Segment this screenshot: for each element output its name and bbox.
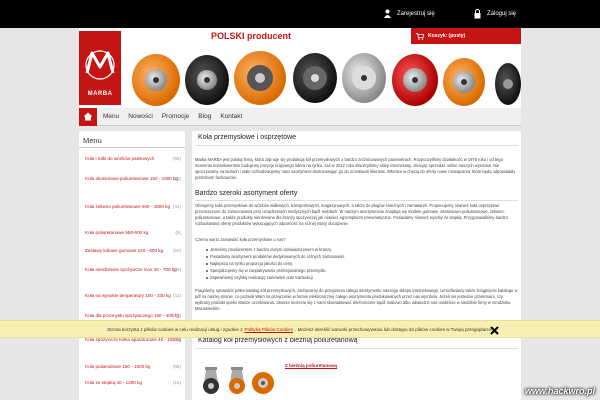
watermark: www.hackwro.pl xyxy=(524,386,595,396)
register-label: Zarejestruj się xyxy=(397,11,435,17)
logo-text: MARBA xyxy=(87,91,113,97)
wheel-image xyxy=(392,54,438,106)
marba-logo-icon xyxy=(85,50,115,80)
sidebar-item-count: (90) xyxy=(172,248,181,253)
sidebar-item[interactable]: Koła żeliwno poliuretanowe 600 - 1500 kg… xyxy=(85,202,181,211)
login-label: Zaloguj się xyxy=(487,11,517,17)
cart-label: Koszyk: (pusty) xyxy=(428,33,466,39)
nav-item-blog[interactable]: Blog xyxy=(198,113,211,120)
list-item: Zapewniamy szybką realizację zamówień or… xyxy=(206,274,345,281)
slogan: POLSKI producent xyxy=(211,31,292,41)
sidebar-item[interactable]: Koła na wysokie temperatury 100 - 330 kg… xyxy=(85,291,181,300)
logo[interactable]: MARBA xyxy=(79,31,121,105)
wheel-image xyxy=(185,55,229,105)
home-button[interactable] xyxy=(79,107,97,126)
sidebar-item-count: (11) xyxy=(173,293,181,298)
sidebar-item[interactable]: Koła nierdzewne spożywcze inox 40 - 700 … xyxy=(85,265,181,274)
sidebar-item[interactable]: Koła i rolki do wózków paletowych (55) xyxy=(85,154,181,163)
header: MARBA POLSKI producent Koszyk: (pusty) xyxy=(79,28,521,108)
sidebar-item-count: (35) xyxy=(172,176,181,181)
cookie-text: Strona korzysta z plików cookies w celu … xyxy=(107,326,243,332)
nav-item-menu[interactable]: Menu xyxy=(103,113,119,120)
closing-paragraph: Pragniemy sprawdzić pełen katalog kół pr… xyxy=(195,288,518,311)
nav-item-promocje[interactable]: Promocje xyxy=(162,113,189,120)
wheel-image xyxy=(443,58,485,106)
cookie-text-end: . Możesz określić warunki przechowywania… xyxy=(295,326,493,332)
sidebar-item-count: (85) xyxy=(172,364,181,369)
wheel-image xyxy=(293,53,337,103)
wheels-banner-image xyxy=(132,51,521,106)
list-item: Jesteśmy producentem z bardzo dużym dośw… xyxy=(206,246,345,253)
sidebar-item[interactable]: Koła poliamidowe 150 - 1000 kg (85) xyxy=(85,362,181,371)
cookie-policy-link[interactable]: Polityką Plików Cookies xyxy=(245,327,294,332)
sidebar-item-label: Koła poliuretanowe 550-600 kg xyxy=(85,230,149,235)
divider xyxy=(195,200,518,201)
sidebar-item-count: (55) xyxy=(172,156,181,161)
sidebar-item-label: Koła na wysokie temperatury 100 - 330 kg xyxy=(85,293,171,298)
sidebar-title: Menu xyxy=(79,131,185,148)
list-item: Najlepsza na rynku proporcja jakości do … xyxy=(206,260,345,267)
lock-icon xyxy=(474,9,481,19)
top-bar: Zarejestruj się Zaloguj się xyxy=(0,0,600,28)
main-content: Koła przemysłowe i osprzętowe Marka MARB… xyxy=(192,131,521,400)
sidebar: Menu Koła i rolki do wózków paletowych (5… xyxy=(79,131,185,400)
intro-paragraph: Marka MARBA jest polską firmą, która zaj… xyxy=(195,157,516,180)
page-title: Koła przemysłowe i osprzętowe xyxy=(198,134,297,141)
sidebar-item-label: Koła żeliwno poliuretanowe 600 - 1500 kg xyxy=(85,204,171,209)
sidebar-item-label: Zestawy kołowe gumowe 120 - 600 kg xyxy=(85,248,164,253)
why-label: Czemu warto zamawiać koła przemysłowe u … xyxy=(195,237,286,242)
register-link[interactable]: Zarejestruj się xyxy=(384,7,435,21)
list-item: Posiadamy asortyment produktów dedykowan… xyxy=(206,253,345,260)
user-add-icon xyxy=(384,9,391,18)
sidebar-item-count: (8) xyxy=(175,230,181,235)
nav-item-kontakt[interactable]: Kontakt xyxy=(220,113,242,120)
sidebar-item-label: Koła nierdzewne spożywcze inox 40 - 700 … xyxy=(85,267,177,272)
catalog-product-images xyxy=(203,367,274,394)
divider xyxy=(195,145,518,146)
section-heading: Bardzo szeroki asortyment oferty xyxy=(195,190,298,197)
caster-image xyxy=(203,367,219,394)
wheel-image xyxy=(234,51,286,105)
benefits-list: Jesteśmy producentem z bardzo dużym dośw… xyxy=(206,246,345,281)
sidebar-item-count: (70) xyxy=(172,313,181,318)
sidebar-item[interactable]: Zestawy kołowe gumowe 120 - 600 kg (90) xyxy=(85,246,181,255)
catalog-heading: Katalog kół przemysłowych z bieżnią poli… xyxy=(198,337,358,344)
sidebar-item[interactable]: Koła dla przemysłu spożywczego 150 - 400… xyxy=(85,311,181,320)
list-item: Specjalizujemy się w zaopatrywaniu profe… xyxy=(206,267,345,274)
wheel-image xyxy=(252,372,274,394)
sidebar-item[interactable]: Koła poliuretanowe 550-600 kg (8) xyxy=(85,228,181,237)
sidebar-item[interactable]: Koła aluminiowo-poliuretanowe 150 - 1000… xyxy=(85,174,181,183)
catalog-link[interactable]: Z bieżnią poliuretanową xyxy=(285,363,337,368)
close-icon[interactable] xyxy=(490,326,499,335)
caster-image xyxy=(229,367,245,394)
sidebar-item-label: Koła dla przemysłu spożywczego 150 - 400… xyxy=(85,313,180,318)
login-link[interactable]: Zaloguj się xyxy=(474,7,516,21)
sidebar-item-label: Koła ze stopką 40 - 1200 kg xyxy=(85,380,142,385)
cart-icon xyxy=(416,32,424,40)
wheel-image xyxy=(132,54,180,106)
home-icon xyxy=(83,112,93,121)
sidebar-item-count: (16) xyxy=(172,380,181,385)
sidebar-item-count: (75) xyxy=(172,267,181,272)
sidebar-item-label: Koła aluminiowo-poliuretanowe 150 - 1000… xyxy=(85,176,178,181)
cookie-banner: Strona korzysta z plików cookies w celu … xyxy=(0,320,600,338)
wheel-image xyxy=(342,53,386,103)
sidebar-item-count: (42) xyxy=(172,204,181,209)
main-nav: Menu Nowości Promocje Blog Kontakt xyxy=(79,107,521,126)
offer-paragraph: Oferujemy koła przemysłowe do wózków wid… xyxy=(195,203,509,226)
divider xyxy=(195,348,518,349)
wheel-image xyxy=(495,63,521,105)
nav-item-nowosci[interactable]: Nowości xyxy=(128,113,153,120)
sidebar-item-label: Koła i rolki do wózków paletowych xyxy=(85,156,155,161)
sidebar-item-label: Koła poliamidowe 150 - 1000 kg xyxy=(85,364,151,369)
cart-button[interactable]: Koszyk: (pusty) xyxy=(411,28,521,44)
sidebar-item[interactable]: Koła ze stopką 40 - 1200 kg (16) xyxy=(85,378,181,387)
